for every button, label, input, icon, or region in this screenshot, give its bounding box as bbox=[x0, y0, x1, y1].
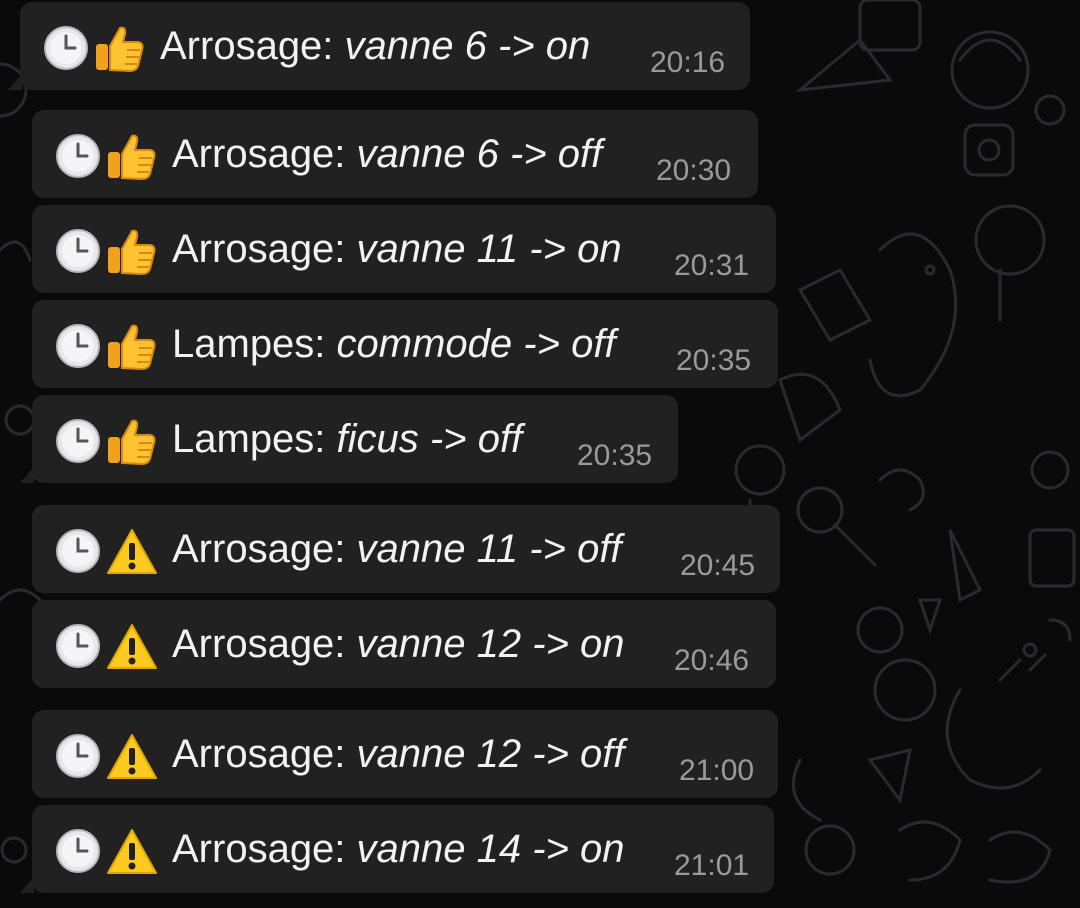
message-bubble[interactable]: Arrosage: vanne 6 -> on 20:16 bbox=[8, 2, 750, 90]
thumbs-up-icon bbox=[106, 132, 158, 187]
message-timestamp: 20:16 bbox=[650, 46, 726, 79]
message-icons bbox=[42, 24, 152, 74]
clock-icon bbox=[54, 132, 102, 185]
message-detail: ficus -> off bbox=[336, 417, 523, 461]
message-timestamp: 20:45 bbox=[680, 549, 756, 582]
message-timestamp: 21:01 bbox=[674, 849, 750, 882]
warning-icon bbox=[106, 622, 158, 677]
message-detail: vanne 12 -> off bbox=[356, 732, 625, 776]
message-text: Arrosage: vanne 6 -> off bbox=[172, 130, 602, 178]
message-icons bbox=[54, 322, 164, 372]
message-text: Lampes: commode -> off bbox=[172, 320, 616, 368]
message-detail: vanne 6 -> off bbox=[356, 132, 603, 176]
message-text: Arrosage: vanne 12 -> on bbox=[172, 620, 625, 668]
message-bubble[interactable]: Arrosage: vanne 12 -> on 20:46 bbox=[32, 600, 776, 688]
message-list[interactable]: Arrosage: vanne 6 -> on 20:16 Arrosage: va… bbox=[0, 0, 1080, 908]
message-detail: vanne 14 -> on bbox=[356, 827, 625, 871]
message-text: Arrosage: vanne 11 -> on bbox=[172, 225, 622, 273]
message-category: Arrosage: bbox=[172, 732, 346, 776]
message-icons bbox=[54, 527, 164, 577]
message-timestamp: 20:46 bbox=[674, 644, 750, 677]
warning-icon bbox=[106, 527, 158, 582]
thumbs-up-icon bbox=[94, 24, 146, 79]
clock-icon bbox=[54, 227, 102, 280]
clock-icon bbox=[54, 527, 102, 580]
message-icons bbox=[54, 227, 164, 277]
message-detail: vanne 11 -> off bbox=[356, 527, 622, 571]
message-bubble[interactable]: Arrosage: vanne 11 -> off 20:45 bbox=[32, 505, 780, 593]
message-detail: commode -> off bbox=[336, 322, 616, 366]
clock-icon bbox=[54, 417, 102, 470]
clock-icon bbox=[54, 622, 102, 675]
message-icons bbox=[54, 622, 164, 672]
message-bubble[interactable]: Arrosage: vanne 12 -> off 21:00 bbox=[32, 710, 778, 798]
message-bubble[interactable]: Lampes: commode -> off 20:35 bbox=[32, 300, 778, 388]
warning-icon bbox=[106, 827, 158, 882]
thumbs-up-icon bbox=[106, 227, 158, 282]
message-text: Arrosage: vanne 14 -> on bbox=[172, 825, 625, 873]
message-category: Arrosage: bbox=[172, 227, 346, 271]
clock-icon bbox=[54, 322, 102, 375]
message-bubble[interactable]: Arrosage: vanne 14 -> on 21:01 bbox=[20, 805, 774, 893]
message-category: Lampes: bbox=[172, 322, 326, 366]
message-text: Arrosage: vanne 11 -> off bbox=[172, 525, 622, 573]
message-detail: vanne 11 -> on bbox=[356, 227, 622, 271]
message-icons bbox=[54, 417, 164, 467]
clock-icon bbox=[42, 24, 90, 77]
message-text: Arrosage: vanne 12 -> off bbox=[172, 730, 625, 778]
message-bubble[interactable]: Arrosage: vanne 11 -> on 20:31 bbox=[32, 205, 776, 293]
message-timestamp: 20:30 bbox=[656, 154, 732, 187]
message-icons bbox=[54, 132, 164, 182]
message-category: Arrosage: bbox=[172, 622, 346, 666]
message-bubble[interactable]: Lampes: ficus -> off 20:35 bbox=[20, 395, 678, 483]
clock-icon bbox=[54, 732, 102, 785]
warning-icon bbox=[106, 732, 158, 787]
message-bubble[interactable]: Arrosage: vanne 6 -> off 20:30 bbox=[32, 110, 758, 198]
message-category: Lampes: bbox=[172, 417, 326, 461]
message-timestamp: 21:00 bbox=[679, 754, 755, 787]
message-timestamp: 20:31 bbox=[674, 249, 750, 282]
message-text: Arrosage: vanne 6 -> on bbox=[160, 22, 590, 70]
message-category: Arrosage: bbox=[172, 132, 346, 176]
message-timestamp: 20:35 bbox=[577, 439, 653, 472]
thumbs-up-icon bbox=[106, 417, 158, 472]
thumbs-up-icon bbox=[106, 322, 158, 377]
message-category: Arrosage: bbox=[172, 527, 346, 571]
message-timestamp: 20:35 bbox=[676, 344, 752, 377]
message-detail: vanne 12 -> on bbox=[356, 622, 625, 666]
message-detail: vanne 6 -> on bbox=[344, 24, 591, 68]
message-icons bbox=[54, 732, 164, 782]
message-text: Lampes: ficus -> off bbox=[172, 415, 522, 463]
message-icons bbox=[54, 827, 164, 877]
message-category: Arrosage: bbox=[172, 827, 346, 871]
message-category: Arrosage: bbox=[160, 24, 334, 68]
clock-icon bbox=[54, 827, 102, 880]
